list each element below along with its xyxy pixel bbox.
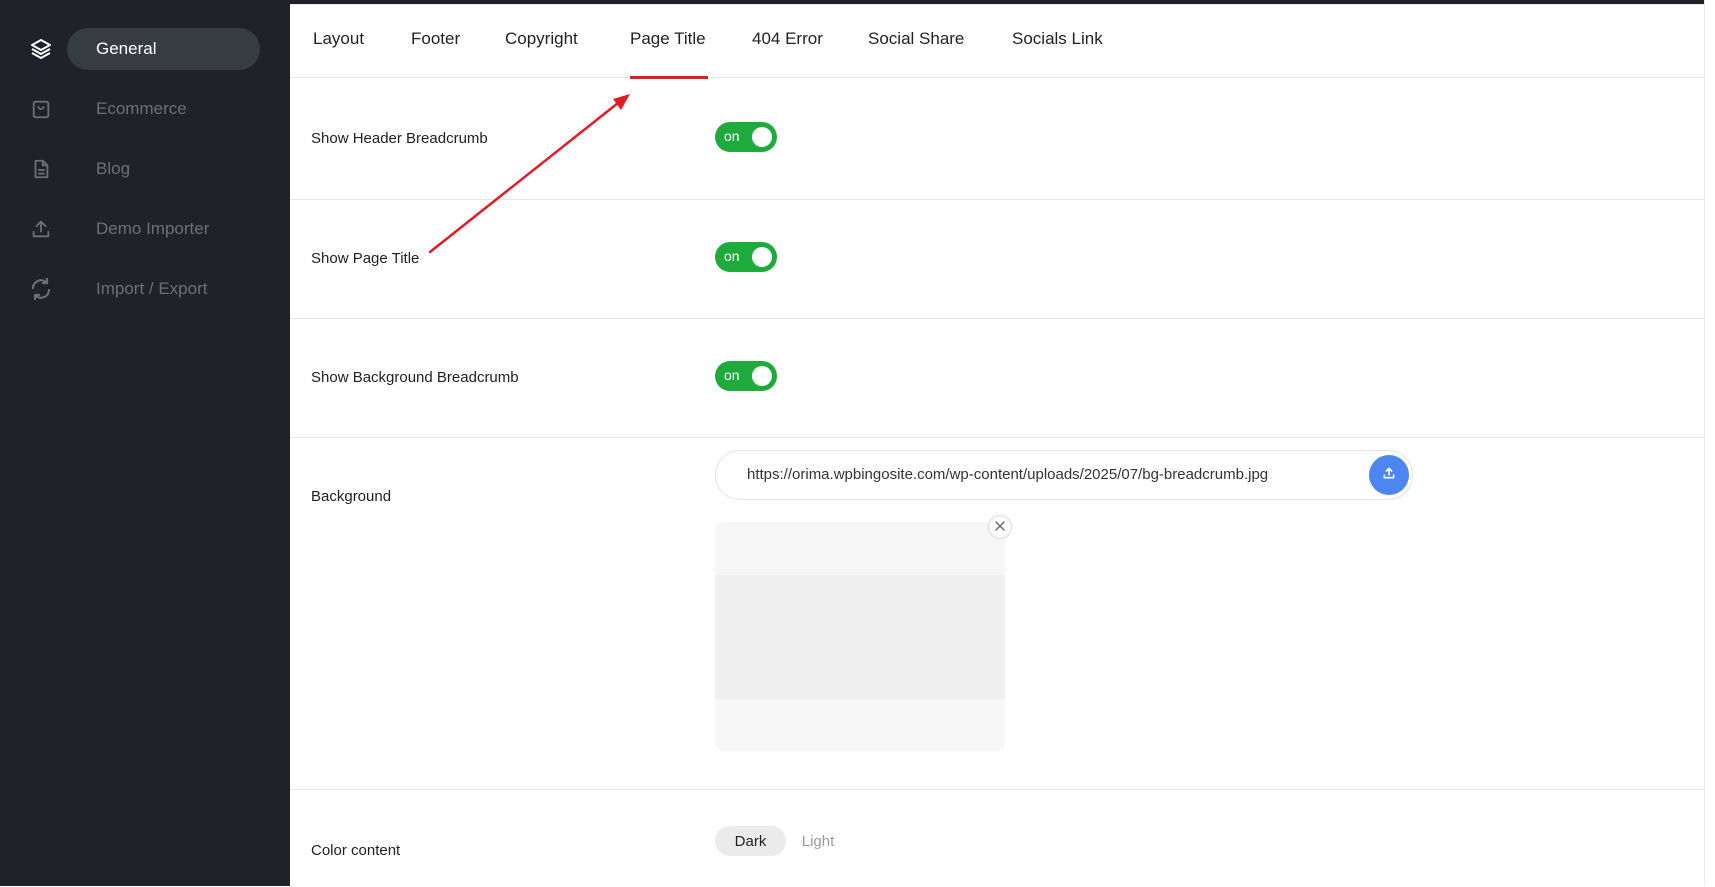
setting-label: Show Header Breadcrumb	[311, 130, 488, 147]
setting-label: Color content	[311, 842, 401, 859]
document-icon	[28, 156, 54, 182]
close-icon	[995, 518, 1005, 536]
tab-copyright[interactable]: Copyright	[505, 29, 578, 49]
toggle-state: on	[724, 367, 740, 383]
sidebar-item-label: Import / Export	[96, 279, 208, 298]
tab-layout[interactable]: Layout	[313, 29, 364, 49]
background-url-input[interactable]: https://orima.wpbingosite.com/wp-content…	[715, 450, 1413, 500]
sidebar-item-label: Ecommerce	[96, 99, 187, 118]
tab-bar: Layout Footer Copyright Page Title 404 E…	[290, 5, 1704, 78]
tab-social-share[interactable]: Social Share	[868, 29, 964, 49]
setting-label: Show Page Title	[311, 250, 420, 267]
sidebar-item-ecommerce[interactable]: Ecommerce	[0, 88, 290, 130]
color-option-dark[interactable]: Dark	[715, 826, 786, 856]
header-breadcrumb-toggle[interactable]: on	[715, 122, 777, 152]
upload-icon	[1381, 465, 1397, 486]
upload-button[interactable]	[1369, 455, 1409, 495]
background-image-preview	[715, 522, 1005, 751]
setting-row-header-breadcrumb: Show Header Breadcrumb on	[290, 78, 1704, 200]
sidebar-item-label: General	[96, 39, 157, 58]
background-breadcrumb-toggle[interactable]: on	[715, 361, 777, 391]
shopping-bag-icon	[28, 96, 54, 122]
sidebar: General Ecommerce Blog Demo Importer Imp…	[0, 4, 290, 886]
toggle-knob	[752, 247, 772, 267]
preview-band	[715, 575, 1005, 699]
sidebar-item-label: Blog	[96, 159, 131, 178]
setting-label: Background	[311, 488, 392, 505]
page-title-toggle[interactable]: on	[715, 242, 777, 272]
sidebar-item-label: Demo Importer	[96, 219, 210, 238]
sidebar-item-blog[interactable]: Blog	[0, 148, 290, 190]
scrollbar-track[interactable]	[1704, 0, 1715, 886]
setting-row-page-title: Show Page Title on	[290, 199, 1704, 319]
toggle-state: on	[724, 248, 740, 264]
toggle-knob	[752, 127, 772, 147]
main-panel: Layout Footer Copyright Page Title 404 E…	[290, 4, 1704, 887]
toggle-knob	[752, 366, 772, 386]
sidebar-item-demo-importer[interactable]: Demo Importer	[0, 208, 290, 250]
tab-footer[interactable]: Footer	[411, 29, 460, 49]
sidebar-item-general[interactable]: General	[0, 28, 290, 70]
refresh-icon	[28, 276, 54, 302]
tab-page-title[interactable]: Page Title	[630, 29, 706, 49]
upload-icon	[28, 216, 54, 242]
color-option-light[interactable]: Light	[798, 826, 838, 856]
setting-label: Show Background Breadcrumb	[311, 369, 519, 386]
background-url-value: https://orima.wpbingosite.com/wp-content…	[747, 466, 1269, 483]
remove-image-button[interactable]	[988, 515, 1012, 539]
setting-row-background-breadcrumb: Show Background Breadcrumb on	[290, 318, 1704, 438]
tab-404-error[interactable]: 404 Error	[752, 29, 823, 49]
layers-icon	[28, 36, 54, 62]
toggle-state: on	[724, 128, 740, 144]
sidebar-item-import-export[interactable]: Import / Export	[0, 268, 290, 310]
tab-socials-link[interactable]: Socials Link	[1012, 29, 1103, 49]
setting-row-color-content: Color content	[290, 789, 1704, 887]
